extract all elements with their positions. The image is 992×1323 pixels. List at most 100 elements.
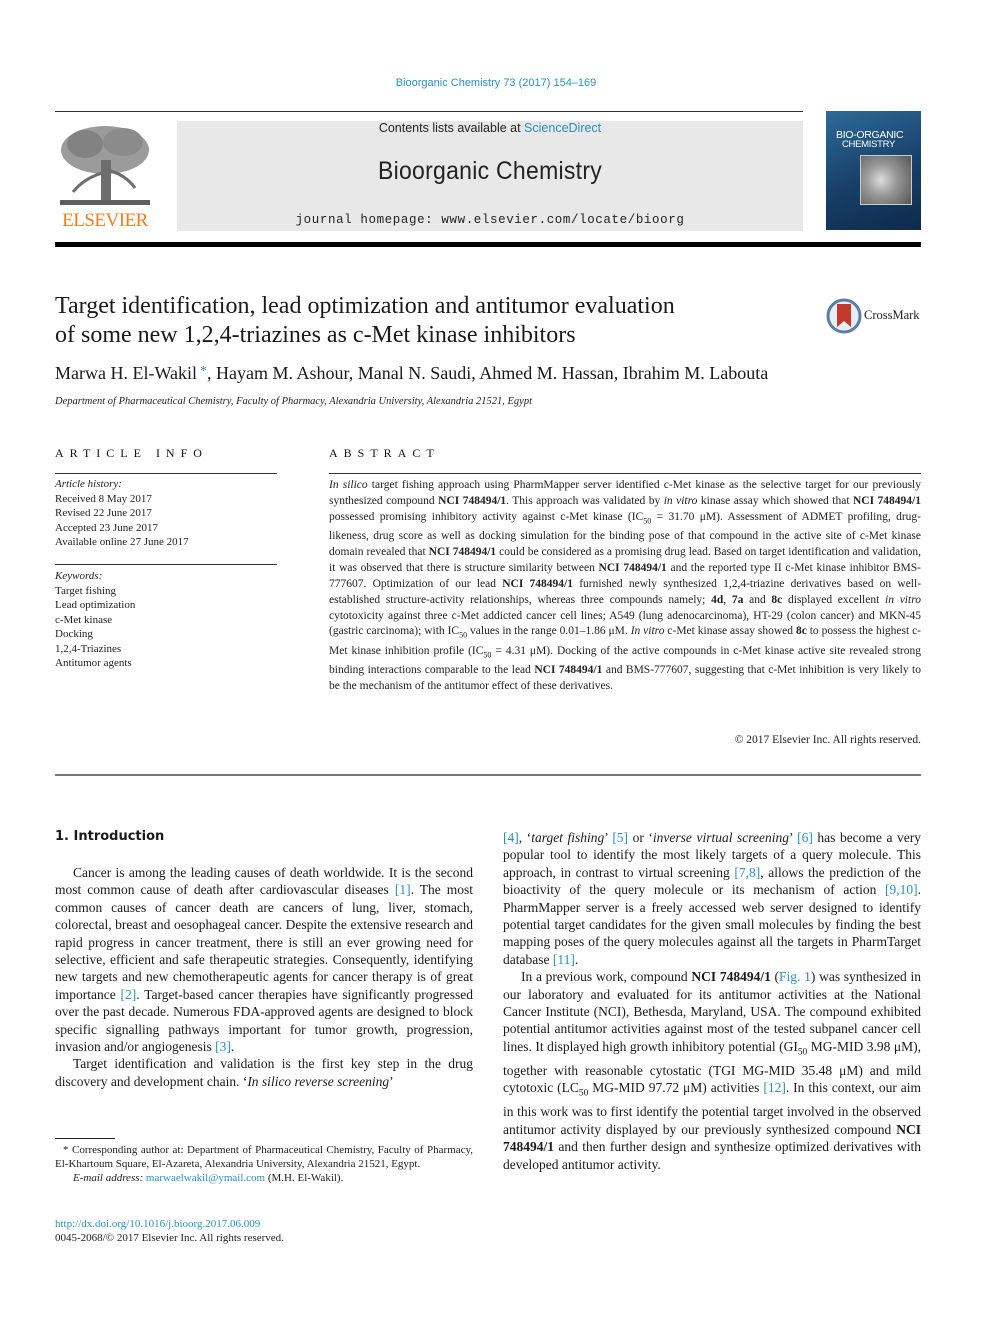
article-info-rule [55,473,277,474]
abstract-heading: ABSTRACT [329,446,440,460]
doi-block: http://dx.doi.org/10.1016/j.bioorg.2017.… [55,1217,284,1245]
reference-link[interactable]: [1] [395,882,411,897]
abstract-copyright: © 2017 Elsevier Inc. All rights reserved… [734,734,921,746]
reference-link[interactable]: [2] [121,987,137,1002]
abstract-body: In silico target fishing approach using … [329,478,921,695]
subscript: 50 [459,630,468,640]
journal-title: Bioorganic Chemistry [377,157,603,185]
keyword-item[interactable]: 1,2,4-Triazines [55,642,277,657]
journal-cover[interactable]: BIO-ORGANIC CHEMISTRY [826,111,921,230]
compound-name: NCI 748494/1 [691,969,771,985]
author-name[interactable]: Manal N. Saudi [358,363,471,383]
text-run: and then further design and synthesize o… [503,1139,921,1172]
reference-link[interactable]: [4] [503,830,519,845]
text-run: values in the range 0.01–1.86 μM. [467,625,631,638]
text-run: possessed promising inhibitory activity … [329,510,644,523]
intro-left-column: Cancer is among the leading causes of de… [55,864,473,1090]
email-suffix: (M.H. El-Wakil). [265,1172,344,1184]
text-run: c-Met kinase assay showed [664,625,796,638]
journal-citation[interactable]: Bioorganic Chemistry 73 (2017) 154–169 [0,77,992,89]
text-run: . This approach was validated by [506,494,664,507]
elsevier-tree-icon [60,126,150,205]
article-info-heading: ARTICLE INFO [55,446,208,460]
cover-title: BIO-ORGANIC CHEMISTRY [836,130,904,150]
reference-link[interactable]: [3] [215,1039,231,1054]
journal-homepage[interactable]: journal homepage: www.elsevier.com/locat… [177,213,803,227]
keyword-item[interactable]: Target fishing [55,584,277,599]
emphasis: In vitro [630,625,665,638]
keywords: Keywords: Target fishing Lead optimizatio… [55,569,277,671]
article-history: Article history: Received 8 May 2017 Revi… [55,477,277,550]
paragraph: Target identification and validation is … [55,1055,473,1090]
text-run: ’ [389,1073,394,1089]
corresponding-author-mark[interactable]: * [197,364,207,379]
keyword-item[interactable]: c-Met kinase [55,613,277,628]
title-line1: Target identification, lead optimization… [55,293,675,319]
author-name[interactable]: Marwa H. El-Wakil [55,363,197,383]
email-link[interactable]: marwaelwakil@ymail.com [146,1172,265,1184]
journal-banner: Contents lists available at ScienceDirec… [177,121,803,231]
author-name[interactable]: Ibrahim M. Labouta [623,363,768,383]
corresponding-author-footnote: * Corresponding author at: Department of… [55,1143,473,1185]
subscript: 50 [578,1089,589,1100]
contents-line: Contents lists available at ScienceDirec… [177,121,803,135]
affiliation: Department of Pharmaceutical Chemistry, … [55,396,532,407]
text-run: ’ [789,830,798,845]
author-name[interactable]: Ahmed M. Hassan [479,363,613,383]
keyword-item[interactable]: Lead optimization [55,598,277,613]
history-list: Received 8 May 2017 Revised 22 June 2017 A… [55,492,277,550]
footnote-rule [55,1138,115,1139]
intro-right-column: [4], ‘target fishing ’ [5] or ‘inverse vi… [503,829,921,1173]
text-run: displayed excellent [782,593,886,606]
paragraph: In a previous work, compound NCI 748494/… [503,968,921,1173]
keywords-rule [55,564,277,565]
compound-name: 8c [795,625,807,638]
reference-link[interactable]: [9,10] [885,882,918,897]
emphasis: In silico [329,479,368,491]
compound-name: NCI 748494/1 [852,494,921,507]
keywords-label: Keywords: [55,570,103,582]
history-label: Article history: [55,478,122,490]
reference-link[interactable]: [11] [553,952,575,967]
footnote-mark: * [63,1144,69,1156]
title-line2: of some new 1,2,4-triazines as c-Met kin… [55,322,576,348]
section-divider [55,774,921,776]
issn-line: 0045-2068/© 2017 Elsevier Inc. All right… [55,1232,284,1244]
emphasis: in vitro [885,593,921,606]
history-item: Revised 22 June 2017 [55,507,152,519]
cover-image [860,155,912,205]
subscript: 50 [797,1047,808,1058]
compound-name: NCI 748494/1 [428,545,497,558]
reference-link[interactable]: [5] [612,830,628,845]
keyword-item[interactable]: Docking [55,627,277,642]
keyword-list: Target fishing Lead optimization c-Met kin… [55,584,277,671]
header-bar [55,242,921,247]
keyword-item[interactable]: Antitumor agents [55,656,277,671]
elsevier-wordmark: ELSEVIER [62,210,148,231]
elsevier-logo[interactable]: ELSEVIER [55,122,155,232]
crossmark-button[interactable]: CrossMark [826,298,926,334]
text-run: and [743,593,772,606]
text-run: . [574,951,579,967]
sciencedirect-link[interactable]: ScienceDirect [524,121,601,135]
reference-link[interactable]: [6] [797,830,813,845]
text-run: . The most common causes of cancer death… [55,882,473,1002]
crossmark-label: CrossMark [864,308,920,322]
crossmark-icon [826,298,862,334]
doi-link[interactable]: http://dx.doi.org/10.1016/j.bioorg.2017.… [55,1217,284,1231]
compound-name: 8c [771,593,783,606]
text-run: . [230,1039,235,1055]
history-item: Received 8 May 2017 [55,492,152,505]
footnote-text: Corresponding author at: Department of P… [55,1144,473,1170]
text-run: ( [770,969,780,985]
history-item: Accepted 23 June 2017 [55,521,158,534]
reference-link[interactable]: [7,8] [734,865,760,880]
compound-name: NCI 748494/1 [502,577,573,590]
reference-link[interactable]: Fig. 1 [779,969,811,984]
author-name[interactable]: Hayam M. Ashour [216,363,349,383]
contents-prefix: Contents lists available at [378,121,525,135]
text-run: or ‘ [628,830,653,845]
text-run: , [723,593,732,606]
reference-link[interactable]: [12] [763,1080,786,1095]
compound-name: 7a [731,593,744,606]
